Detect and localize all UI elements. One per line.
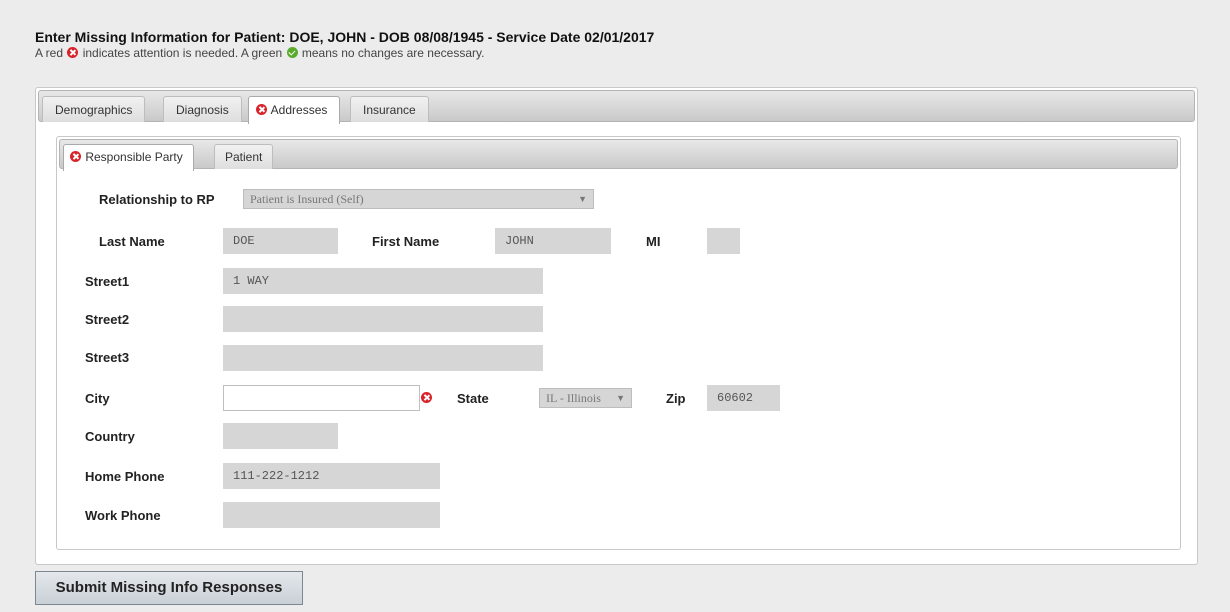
legend-text-1: A red (35, 46, 64, 60)
submit-button[interactable]: Submit Missing Info Responses (35, 571, 303, 605)
main-tabbar: Demographics Diagnosis Addresses Insuran… (38, 90, 1195, 124)
first-name-field[interactable]: JOHN (495, 228, 611, 254)
street3-label: Street3 (85, 350, 130, 365)
city-field[interactable] (223, 385, 420, 411)
sub-tabbar: Responsible Party Patient (59, 139, 1178, 171)
green-check-circle-icon (286, 47, 298, 58)
country-label: Country (85, 429, 135, 444)
red-x-circle-icon (421, 392, 432, 403)
street1-label: Street1 (85, 274, 130, 289)
state-value: IL - Illinois (546, 391, 601, 405)
legend-text-3: means no changes are necessary. (301, 46, 485, 60)
tab-insurance[interactable]: Insurance (350, 96, 429, 122)
chevron-down-icon: ▼ (578, 194, 587, 204)
tab-patient[interactable]: Patient (214, 144, 274, 169)
last-name-label: Last Name (99, 234, 165, 249)
work-phone-field[interactable] (223, 502, 440, 528)
tab-diagnosis[interactable]: Diagnosis (163, 96, 242, 122)
city-label: City (85, 391, 110, 406)
mi-field[interactable] (707, 228, 740, 254)
tab-responsible-party-label: Responsible Party (85, 150, 183, 164)
home-phone-label: Home Phone (85, 469, 165, 484)
street2-label: Street2 (85, 312, 130, 327)
mi-label: MI (646, 234, 661, 249)
country-field[interactable] (223, 423, 338, 449)
tab-addresses-label: Addresses (270, 103, 328, 117)
relationship-label: Relationship to RP (99, 192, 215, 207)
street3-field[interactable] (223, 345, 543, 371)
tab-responsible-party[interactable]: Responsible Party (63, 144, 194, 171)
page-title: Enter Missing Information for Patient: D… (35, 29, 655, 45)
relationship-value: Patient is Insured (Self) (250, 192, 364, 206)
main-panel: Demographics Diagnosis Addresses Insuran… (35, 87, 1198, 565)
first-name-label: First Name (372, 234, 440, 249)
zip-field[interactable]: 60602 (707, 385, 780, 411)
red-x-circle-icon (256, 104, 267, 115)
tab-demographics[interactable]: Demographics (42, 96, 146, 122)
tab-addresses[interactable]: Addresses (248, 96, 341, 124)
last-name-field[interactable]: DOE (223, 228, 338, 254)
home-phone-field[interactable]: 111-222-1212 (223, 463, 440, 489)
red-x-circle-icon (67, 47, 79, 58)
red-x-circle-icon (70, 151, 81, 162)
chevron-down-icon: ▼ (616, 393, 625, 403)
street2-field[interactable] (223, 306, 543, 332)
work-phone-label: Work Phone (85, 508, 161, 523)
relationship-select[interactable]: Patient is Insured (Self) ▼ (243, 189, 594, 209)
addresses-panel: Responsible Party Patient Relationship t… (56, 136, 1181, 550)
zip-label: Zip (666, 391, 686, 406)
state-select[interactable]: IL - Illinois ▼ (539, 388, 632, 408)
state-label: State (457, 391, 489, 406)
legend-text-2: indicates attention is needed. A green (82, 46, 283, 60)
street1-field[interactable]: 1 WAY (223, 268, 543, 294)
legend-note: A red indicates attention is needed. A g… (35, 46, 484, 60)
